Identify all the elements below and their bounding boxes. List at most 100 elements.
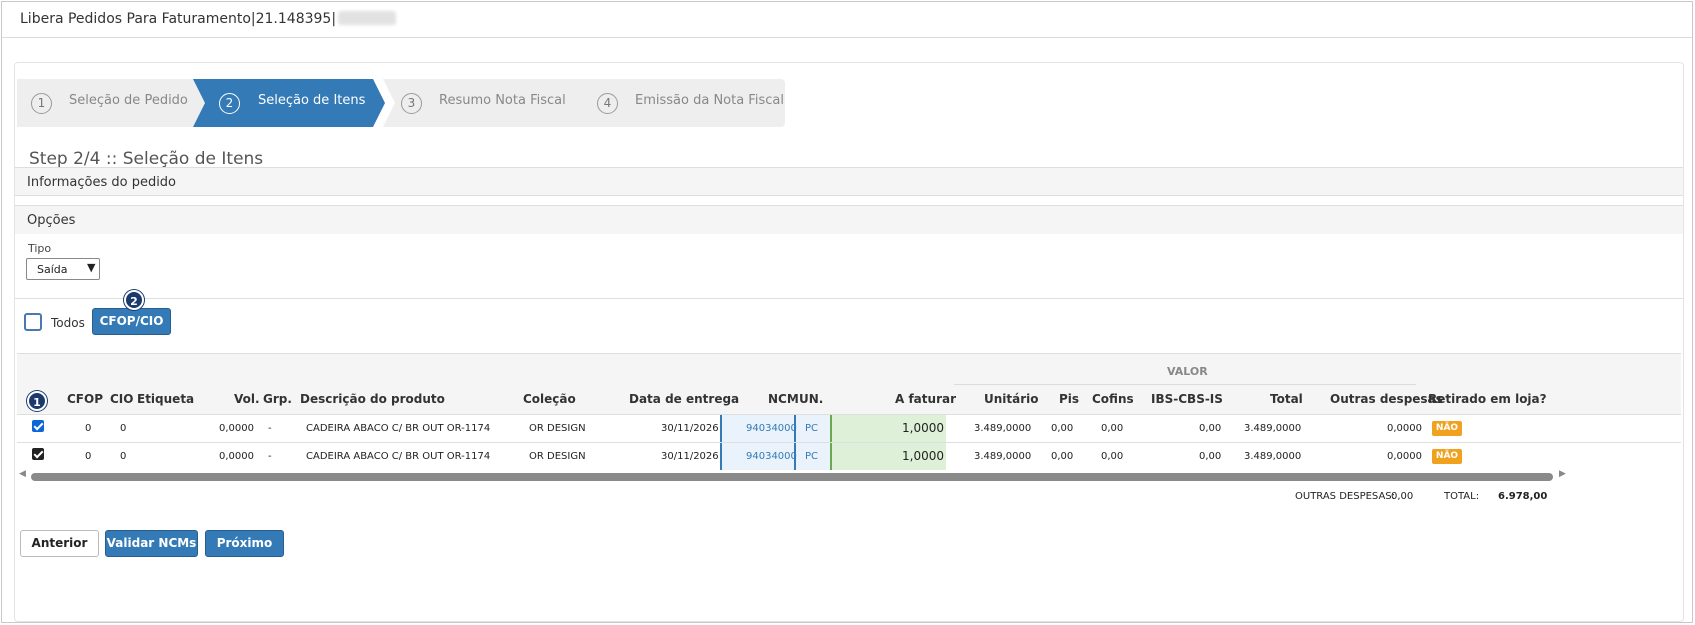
items-table: VALOR CFOP CIO Etiqueta Vol. Grp. Descri… — [17, 353, 1681, 473]
total-value: 6.978,00 — [1498, 491, 1548, 502]
select-all-label: Todos — [51, 316, 85, 330]
retirado-badge: NÃO — [1432, 449, 1462, 464]
col-descricao: Descrição do produto — [300, 392, 445, 406]
col-unitario: Unitário — [984, 392, 1039, 406]
cell-vol: 0,0000 — [219, 451, 254, 462]
proximo-button-label: Próximo — [216, 536, 273, 550]
cell-cofins: 0,00 — [1101, 423, 1124, 434]
callout-badge-2: 2 — [124, 290, 144, 310]
cfop-cio-button-label: CFOP/CIO — [99, 314, 164, 328]
col-ncm: NCM — [768, 392, 799, 406]
table-row: 0 0 0,0000 - CADEIRA ABACO C/ BR OUT OR-… — [17, 414, 1681, 442]
retirado-badge: NÃO — [1432, 421, 1462, 436]
chevron-down-icon: ▼ — [87, 261, 96, 274]
cell-cfop: 0 — [85, 423, 92, 434]
horizontal-scrollbar[interactable]: ◀ ▶ — [17, 469, 1681, 483]
cell-total: 3.489,0000 — [1244, 423, 1302, 434]
col-data-entrega: Data de entrega — [629, 392, 740, 406]
col-retirado: Retirado em loja? — [1428, 392, 1547, 406]
cell-cio: 0 — [120, 451, 127, 462]
cell-un: PC — [805, 451, 819, 462]
row-checkbox[interactable] — [32, 420, 44, 432]
tipo-select[interactable]: Saída ▼ — [26, 258, 100, 280]
cell-descricao: CADEIRA ABACO C/ BR OUT OR-1174 — [306, 423, 491, 434]
col-cofins: Cofins — [1092, 392, 1134, 406]
wizard-step-1[interactable]: 1 Seleção de Pedido — [17, 79, 207, 127]
col-ibs-cbs-is: IBS-CBS-IS — [1151, 392, 1223, 406]
select-all-checkbox[interactable] — [24, 313, 42, 331]
page-title: Step 2/4 :: Seleção de Itens — [29, 149, 264, 169]
cell-pis: 0,00 — [1051, 451, 1074, 462]
cell-cio: 0 — [120, 423, 127, 434]
total-label: TOTAL: — [1444, 491, 1480, 502]
cell-un: PC — [805, 423, 819, 434]
col-un: UN. — [799, 392, 824, 406]
cell-colecao: OR DESIGN — [529, 423, 586, 434]
divider — [954, 384, 1416, 385]
cell-a-faturar-input[interactable]: 1,0000 — [902, 421, 944, 435]
wizard-step-2[interactable]: 2 Seleção de Itens — [193, 79, 385, 127]
cell-ncm-link[interactable]: 94034000 — [746, 423, 797, 434]
cell-total: 3.489,0000 — [1244, 451, 1302, 462]
title-bar: Libera Pedidos Para Faturamento|21.14839… — [2, 2, 1692, 38]
section-opcoes: Opções — [15, 205, 1683, 235]
section-title: Opções — [27, 213, 76, 228]
col-cfop: CFOP — [67, 392, 103, 406]
col-pis: Pis — [1059, 392, 1080, 406]
scroll-right-icon[interactable]: ▶ — [1559, 469, 1566, 479]
step-number: 2 — [219, 93, 240, 114]
valor-group-header: VALOR — [1167, 365, 1208, 378]
col-a-faturar: A faturar — [895, 392, 956, 406]
col-etiqueta: Etiqueta — [137, 392, 195, 406]
anterior-button[interactable]: Anterior — [20, 530, 99, 557]
cell-outras-despesas: 0,0000 — [1387, 423, 1422, 434]
section-info-pedido[interactable]: Informações do pedido — [15, 167, 1683, 196]
step-label: Seleção de Pedido — [69, 93, 188, 108]
cell-unitario: 3.489,0000 — [974, 423, 1032, 434]
cell-ibs-cbs-is: 0,00 — [1199, 423, 1222, 434]
cell-colecao: OR DESIGN — [529, 451, 586, 462]
wizard-steps: 1 Seleção de Pedido 2 Seleção de Itens 3… — [17, 79, 865, 127]
col-colecao: Coleção — [523, 392, 576, 406]
outras-despesas-value: 0,00 — [1391, 491, 1414, 502]
cell-outras-despesas: 0,0000 — [1387, 451, 1422, 462]
cell-grp: - — [268, 423, 272, 434]
step-number: 3 — [401, 93, 422, 114]
col-cio: CIO — [110, 392, 134, 406]
step-number: 1 — [31, 93, 52, 114]
step-label: Emissão da Nota Fiscal — [635, 93, 784, 108]
window: Libera Pedidos Para Faturamento|21.14839… — [1, 1, 1693, 623]
step-number: 4 — [597, 93, 618, 114]
wizard-panel: 1 Seleção de Pedido 2 Seleção de Itens 3… — [14, 62, 1684, 622]
scroll-left-icon[interactable]: ◀ — [19, 469, 26, 479]
step-label: Seleção de Itens — [258, 93, 366, 108]
row-checkbox[interactable] — [32, 448, 44, 460]
validar-ncms-button[interactable]: Validar NCMs — [105, 530, 198, 557]
callout-badge-1: 1 — [27, 391, 47, 411]
proximo-button[interactable]: Próximo — [205, 530, 284, 557]
cell-ncm-link[interactable]: 94034000 — [746, 451, 797, 462]
table-header: VALOR CFOP CIO Etiqueta Vol. Grp. Descri… — [17, 353, 1681, 415]
cell-data-entrega: 30/11/2026 — [661, 423, 719, 434]
cell-descricao: CADEIRA ABACO C/ BR OUT OR-1174 — [306, 451, 491, 462]
cell-cofins: 0,00 — [1101, 451, 1124, 462]
cell-vol: 0,0000 — [219, 423, 254, 434]
table-row: 0 0 0,0000 - CADEIRA ABACO C/ BR OUT OR-… — [17, 442, 1681, 470]
col-vol: Vol. — [234, 392, 260, 406]
outras-despesas-label: OUTRAS DESPESAS: — [1295, 491, 1396, 502]
cell-cfop: 0 — [85, 451, 92, 462]
step-label: Resumo Nota Fiscal — [439, 93, 566, 108]
tipo-select-value: Saída — [37, 263, 68, 276]
wizard-step-3[interactable]: 3 Resumo Nota Fiscal — [383, 79, 583, 127]
cell-grp: - — [268, 451, 272, 462]
validar-ncms-button-label: Validar NCMs — [106, 536, 197, 550]
cell-a-faturar-input[interactable]: 1,0000 — [902, 449, 944, 463]
col-outras-despesas: Outras despesas — [1330, 392, 1443, 406]
anterior-button-label: Anterior — [31, 536, 88, 550]
cfop-cio-button[interactable]: CFOP/CIO — [92, 308, 171, 335]
opcoes-body: Tipo Saída ▼ — [15, 234, 1683, 299]
wizard-step-4[interactable]: 4 Emissão da Nota Fiscal — [571, 79, 785, 127]
cell-unitario: 3.489,0000 — [974, 451, 1032, 462]
col-grp: Grp. — [263, 392, 292, 406]
scrollbar-thumb[interactable] — [31, 473, 1553, 481]
